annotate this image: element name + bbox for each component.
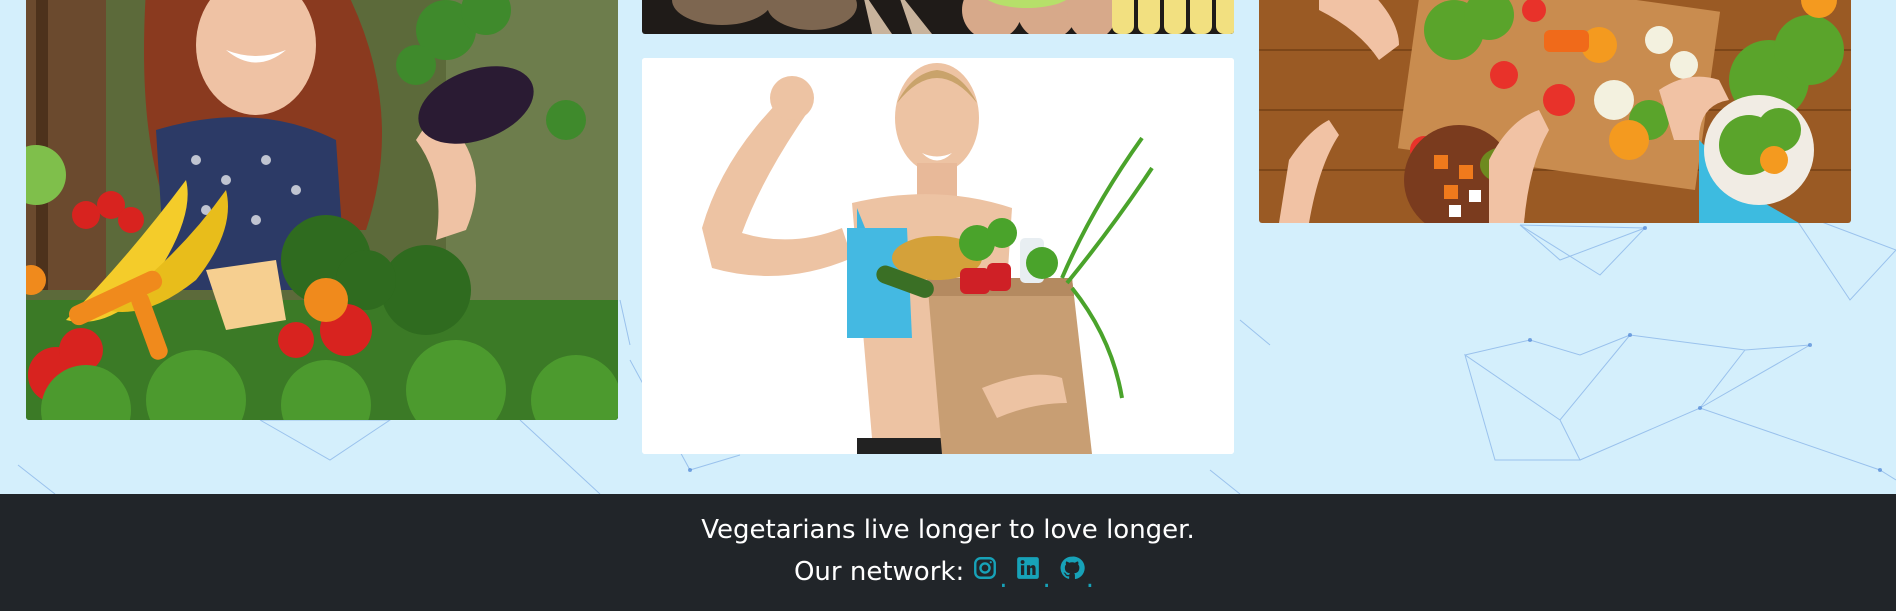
link-separator: . bbox=[1085, 564, 1095, 594]
instagram-link[interactable]: . bbox=[972, 555, 1008, 594]
linkedin-link[interactable]: . bbox=[1015, 555, 1051, 594]
github-link[interactable]: . bbox=[1059, 555, 1095, 594]
link-separator: . bbox=[1042, 564, 1051, 594]
fitness-woman-grocery-bag-photo[interactable] bbox=[642, 58, 1234, 454]
network-label: Our network: bbox=[793, 557, 965, 587]
footer-network: Our network: . . . bbox=[0, 555, 1896, 594]
instagram-icon bbox=[972, 555, 998, 589]
footer-tagline: Vegetarians live longer to love longer. bbox=[701, 515, 1195, 545]
github-icon bbox=[1059, 555, 1085, 589]
page-footer: Vegetarians live longer to love longer. … bbox=[0, 494, 1896, 611]
linkedin-icon bbox=[1015, 555, 1041, 589]
woman-with-vegetables-photo[interactable] bbox=[26, 0, 618, 420]
photo-gallery bbox=[0, 0, 1896, 494]
vegetable-strip-photo[interactable] bbox=[642, 0, 1234, 34]
salad-preparation-table-photo[interactable] bbox=[1259, 0, 1851, 223]
link-separator: . bbox=[999, 564, 1008, 594]
